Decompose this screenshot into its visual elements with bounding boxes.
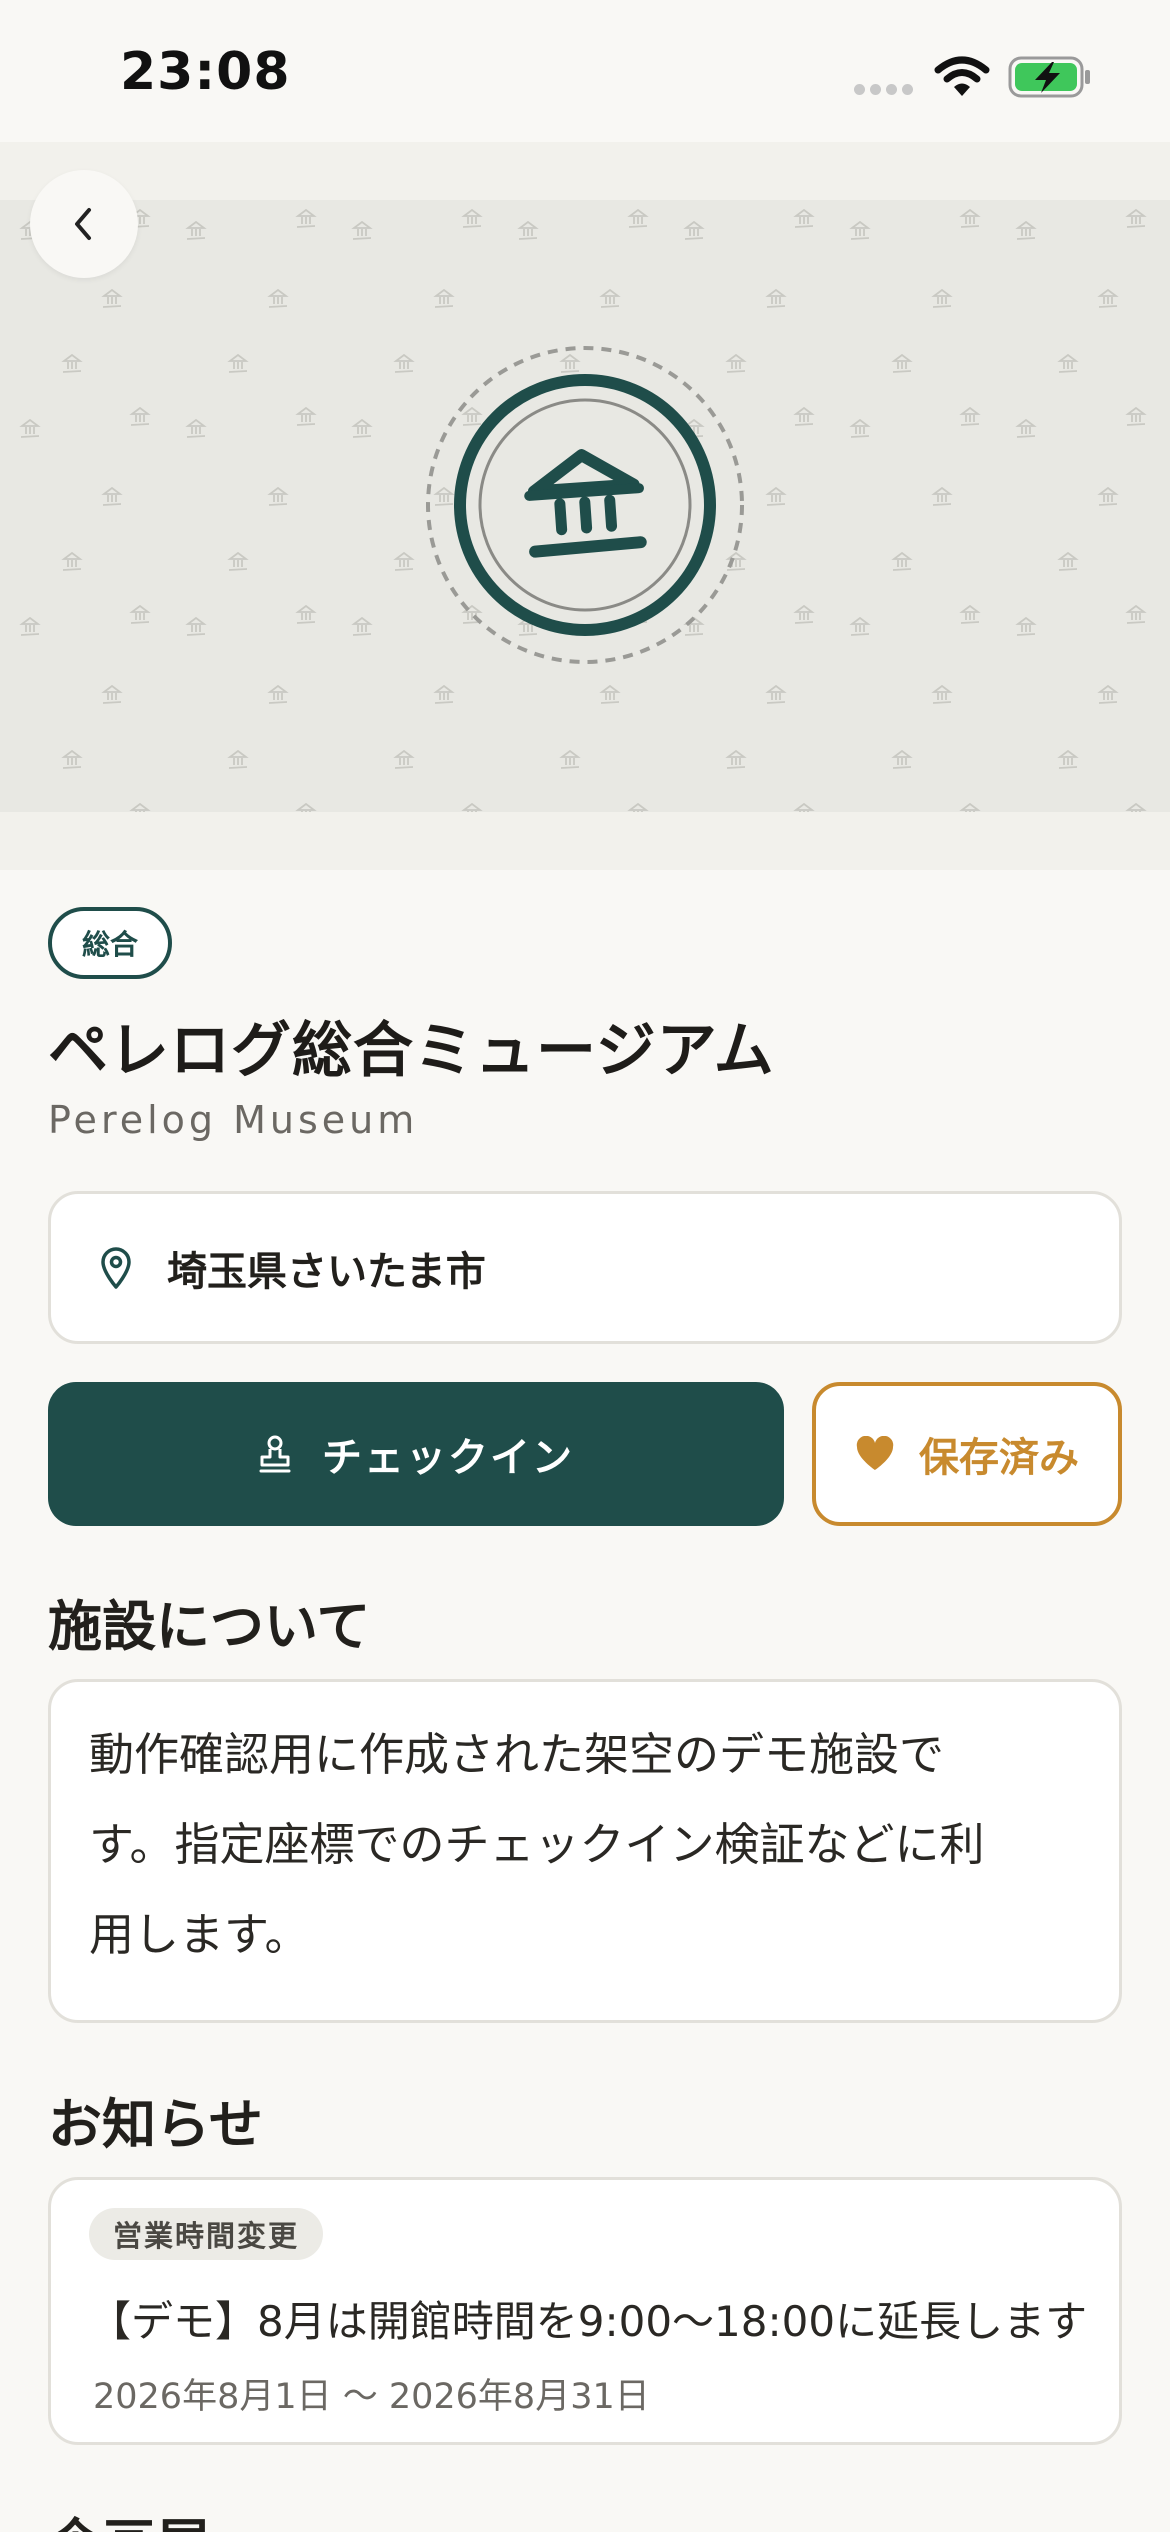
location-pin-icon <box>101 1246 131 1289</box>
checkin-label: チェックイン <box>322 1435 574 1481</box>
stamp-icon <box>259 1435 291 1473</box>
status-time: 23:08 <box>120 42 291 102</box>
chevron-left-icon <box>75 208 91 240</box>
facility-name-en: Perelog Museum <box>48 1098 419 1142</box>
battery-charging-icon <box>1008 56 1090 98</box>
hero-top-band <box>0 142 1170 200</box>
about-card: 動作確認用に作成された架空のデモ施設で す。指定座標でのチェックイン検証などに利… <box>48 1679 1122 2023</box>
about-line: 用します。 <box>89 1908 310 1961</box>
notice-title: 【デモ】8月は開館時間を9:00〜18:00に延長します <box>89 2297 1088 2346</box>
about-line: す。指定座標でのチェックイン検証などに利 <box>89 1818 985 1871</box>
exhibitions-heading: 企画展 <box>48 2500 210 2532</box>
notice-dates: 2026年8月1日 〜 2026年8月31日 <box>93 2377 650 2417</box>
checkin-button[interactable]: チェックイン <box>48 1382 784 1526</box>
about-heading: 施設について <box>48 1595 371 1658</box>
saved-button[interactable]: 保存済み <box>812 1382 1122 1526</box>
heart-icon <box>856 1436 894 1470</box>
hero-bottom-band <box>0 812 1170 870</box>
wifi-icon <box>934 56 990 96</box>
notice-tag: 営業時間変更 <box>89 2208 324 2260</box>
saved-label: 保存済み <box>919 1435 1079 1481</box>
notice-card[interactable]: 営業時間変更 【デモ】8月は開館時間を9:00〜18:00に延長します 2026… <box>48 2177 1122 2445</box>
about-description: 動作確認用に作成された架空のデモ施設で す。指定座標でのチェックイン検証などに利… <box>89 1710 1083 1980</box>
category-badge: 総合 <box>48 907 173 979</box>
back-button[interactable] <box>30 170 138 278</box>
facility-detail-screen: 23:08 総合 ペレログ総合ミュージアム Perelog Museum 埼玉県… <box>0 0 1170 2532</box>
about-line: 動作確認用に作成された架空のデモ施設で <box>89 1728 945 1781</box>
facility-name: ペレログ総合ミュージアム <box>48 1016 775 1086</box>
status-bar: 23:08 <box>0 0 1170 142</box>
cellular-signal-icon <box>854 84 914 96</box>
address-text: 埼玉県さいたま市 <box>167 1248 486 1295</box>
museum-emblem <box>426 346 744 664</box>
notices-heading: お知らせ <box>48 2093 263 2156</box>
address-card[interactable]: 埼玉県さいたま市 <box>48 1191 1122 1344</box>
